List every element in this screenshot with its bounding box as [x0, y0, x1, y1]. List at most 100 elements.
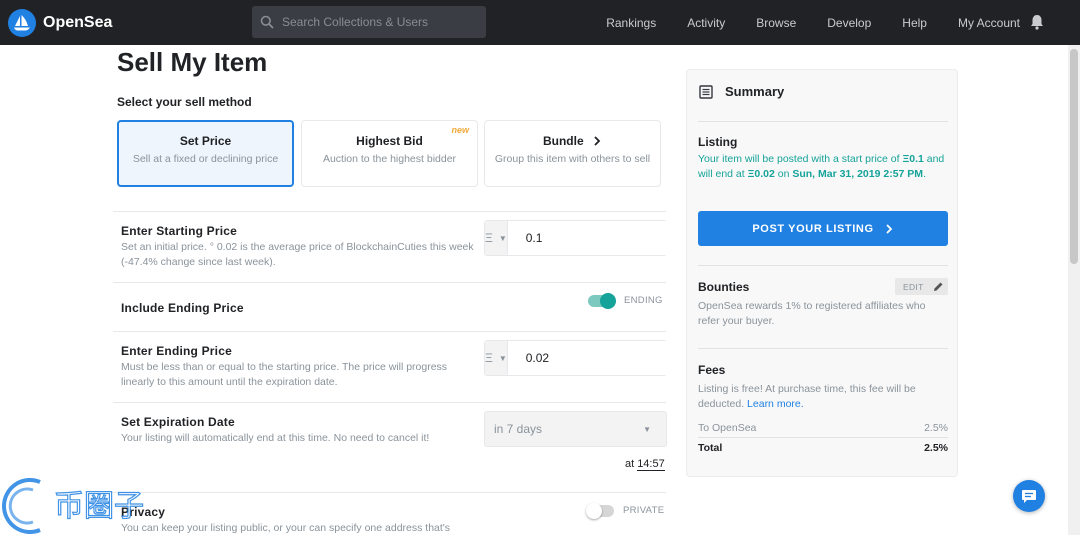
main-content: Sell My Item Select your sell method Set… [0, 45, 1068, 535]
scrollbar-thumb[interactable] [1070, 49, 1078, 264]
divider [698, 121, 948, 122]
bounties-title: Bounties [698, 280, 750, 294]
brand-name: OpenSea [43, 13, 113, 31]
divider [698, 437, 948, 438]
watermark-text: 币圈子 [54, 489, 144, 524]
eth-symbol: Ξ [485, 231, 493, 245]
chat-bubble-icon [1022, 490, 1036, 503]
expiration-value: in 7 days [494, 422, 543, 436]
nav-browse[interactable]: Browse [756, 16, 796, 30]
method-subtitle: Sell at a fixed or declining price [132, 153, 279, 165]
summary-panel: Summary Listing Your item will be posted… [686, 69, 958, 477]
listing-text-part: on [774, 168, 793, 180]
nav-links: Rankings Activity Browse Develop Help My… [575, 0, 1020, 45]
new-badge: new [451, 125, 469, 135]
nav-activity[interactable]: Activity [687, 16, 725, 30]
nav-help[interactable]: Help [902, 16, 927, 30]
divider [113, 331, 666, 332]
search-input[interactable] [282, 15, 472, 29]
edit-bounties-button[interactable]: EDIT [895, 278, 948, 295]
divider [113, 492, 666, 493]
listing-title: Listing [698, 135, 738, 149]
listing-text-part: Your item will be posted with a start pr… [698, 153, 903, 165]
starting-price-field: Ξ ▼ [484, 220, 681, 256]
method-title: Set Price [179, 134, 232, 148]
page-scrollbar[interactable] [1068, 45, 1080, 535]
expiration-description: Your listing will automatically end at t… [121, 432, 430, 444]
fees-title: Fees [698, 363, 726, 377]
at-label: at [625, 458, 635, 470]
brand-logo[interactable]: OpenSea [8, 8, 113, 37]
method-highest-bid[interactable]: new Highest Bid Auction to the highest b… [301, 120, 478, 187]
ending-price-title: Enter Ending Price [121, 344, 232, 358]
nav-develop[interactable]: Develop [827, 16, 871, 30]
fee-label: Total [698, 442, 723, 454]
privacy-toggle[interactable] [586, 503, 614, 519]
fee-row-total: Total 2.5% [698, 442, 948, 454]
ending-price-input[interactable] [507, 341, 681, 375]
expiration-title: Set Expiration Date [121, 415, 235, 429]
fee-row-opensea: To OpenSea 2.5% [698, 422, 948, 434]
time-value[interactable]: 14:57 [637, 458, 665, 471]
starting-price-title: Enter Starting Price [121, 224, 238, 238]
bounties-text: OpenSea rewards 1% to registered affilia… [698, 300, 926, 327]
divider [113, 211, 666, 212]
expiration-time: at 14:57 [625, 458, 665, 471]
nav-rankings[interactable]: Rankings [606, 16, 656, 30]
chevron-right-icon [885, 223, 892, 234]
ending-price-toggle[interactable] [588, 293, 616, 309]
caret-down-icon: ▼ [498, 233, 507, 243]
divider [698, 265, 948, 266]
learn-more-link[interactable]: Learn more. [747, 398, 804, 410]
caret-down-icon: ▼ [498, 353, 507, 363]
divider [698, 348, 948, 349]
end-price: Ξ0.02 [747, 168, 775, 180]
search-bar[interactable] [252, 6, 486, 38]
post-listing-button[interactable]: POST YOUR LISTING [698, 211, 948, 246]
pencil-icon [933, 282, 943, 291]
fee-label: To OpenSea [698, 422, 757, 434]
watermark-logo: 币圈子 [2, 478, 145, 534]
eth-symbol: Ξ [485, 351, 493, 365]
method-bundle[interactable]: Bundle Group this item with others to se… [484, 120, 661, 187]
starting-price-input[interactable] [507, 221, 681, 255]
ending-price-toggle-title: Include Ending Price [121, 301, 244, 315]
summary-header: Summary [699, 84, 784, 99]
fee-value: 2.5% [924, 422, 948, 434]
chevron-right-icon [594, 136, 601, 146]
post-listing-label: POST YOUR LISTING [752, 222, 874, 235]
currency-select[interactable]: Ξ ▼ [485, 221, 508, 255]
caret-down-icon: ▼ [643, 424, 651, 434]
edit-label: EDIT [903, 281, 924, 292]
starting-price-description: Set an initial price. ° 0.02 is the aver… [121, 241, 474, 268]
bell-icon[interactable] [1030, 14, 1044, 30]
method-set-price[interactable]: Set Price Sell at a fixed or declining p… [117, 120, 294, 187]
page-title: Sell My Item [117, 47, 268, 77]
ending-price-field: Ξ ▼ [484, 340, 681, 376]
method-title: Highest Bid [356, 134, 423, 148]
ending-toggle-label: ENDING [624, 295, 663, 306]
listing-text: Your item will be posted with a start pr… [698, 152, 948, 182]
opensea-logo-icon [8, 8, 36, 37]
expiration-select[interactable]: in 7 days ▼ [484, 411, 667, 447]
method-title: Bundle [542, 134, 584, 148]
currency-select[interactable]: Ξ ▼ [485, 341, 508, 375]
fees-text: Listing is free! At purchase time, this … [698, 382, 948, 412]
end-date: Sun, Mar 31, 2019 2:57 PM [792, 168, 924, 180]
nav-my-account[interactable]: My Account [958, 16, 1020, 30]
toggle-knob [586, 503, 602, 519]
method-subtitle: Group this item with others to sell [494, 153, 651, 165]
top-nav: OpenSea Rankings Activity Browse Develop… [0, 0, 1080, 45]
fee-value: 2.5% [924, 442, 948, 454]
toggle-knob [600, 293, 616, 309]
divider [113, 282, 666, 283]
fees-text-part: Listing is free! At purchase time, this … [698, 383, 916, 410]
search-icon [260, 15, 274, 29]
summary-title: Summary [725, 84, 785, 99]
listing-text-part: . [923, 168, 926, 180]
method-subtitle: Auction to the highest bidder [322, 153, 457, 165]
privacy-toggle-label: PRIVATE [623, 505, 665, 516]
divider [113, 402, 666, 403]
privacy-description: You can keep your listing public, or you… [121, 522, 451, 534]
chat-button[interactable] [1013, 480, 1045, 512]
